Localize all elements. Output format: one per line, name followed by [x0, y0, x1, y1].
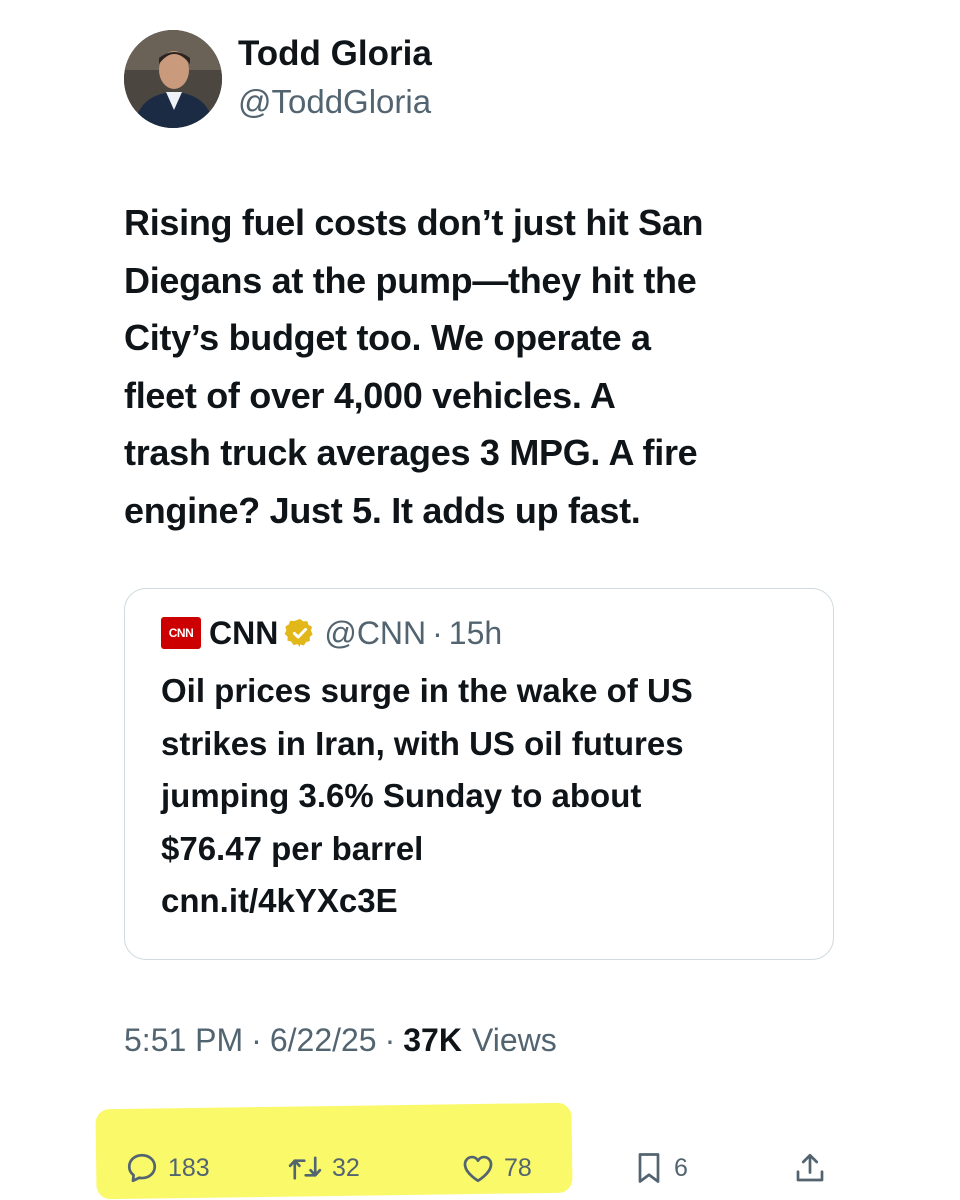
quote-link[interactable]: cnn.it/4kYXc3E	[161, 875, 811, 928]
tweet-meta: 5:51 PM · 6/22/25 · 37K Views	[124, 1018, 557, 1062]
cnn-logo-icon: CNN	[161, 617, 201, 649]
quote-line: Oil prices surge in the wake of US	[161, 672, 693, 709]
reply-button[interactable]: 183	[124, 1146, 210, 1190]
avatar[interactable]	[124, 30, 222, 128]
heart-icon	[463, 1155, 493, 1183]
tweet-line: trash truck averages 3 MPG. A fire	[124, 432, 698, 474]
quote-header: CNN CNN @CNN · 15h	[161, 613, 502, 653]
quote-tweet-card[interactable]: CNN CNN @CNN · 15h Oil prices surge in t…	[124, 588, 834, 960]
reply-count: 183	[168, 1153, 210, 1182]
like-button[interactable]: 78	[460, 1146, 532, 1190]
separator-dot: ·	[384, 1021, 396, 1058]
separator-dot: ·	[432, 614, 443, 651]
views-count[interactable]: 37K	[403, 1022, 462, 1059]
share-icon	[796, 1153, 824, 1182]
reply-icon	[127, 1153, 157, 1183]
avatar-photo-icon	[124, 30, 222, 128]
quote-author-handle[interactable]: @CNN	[324, 615, 426, 652]
quote-line: jumping 3.6% Sunday to about	[161, 777, 642, 814]
tweet-line: engine? Just 5. It adds up fast.	[124, 489, 641, 531]
tweet-line: Rising fuel costs don’t just hit San	[124, 202, 704, 243]
quote-text: Oil prices surge in the wake of US strik…	[161, 665, 811, 928]
bookmark-button[interactable]: 6	[632, 1146, 688, 1190]
quote-line: strikes in Iran, with US oil futures	[161, 724, 684, 762]
quote-line: $76.47 per barrel	[161, 829, 424, 867]
post-date[interactable]: 6/22/25	[270, 1022, 377, 1059]
retweet-button[interactable]: 32	[286, 1146, 360, 1190]
author-handle[interactable]: @ToddGloria	[238, 82, 432, 122]
quote-author-name[interactable]: CNN	[209, 615, 278, 652]
tweet-text: Rising fuel costs don’t just hit San Die…	[124, 194, 844, 540]
views-label[interactable]: Views	[472, 1022, 557, 1059]
quote-timestamp[interactable]: 15h	[449, 615, 502, 652]
tweet-line: fleet of over 4,000 vehicles. A	[124, 374, 616, 416]
action-bar: 183 32 78 6	[124, 1146, 836, 1190]
verified-badge-icon	[284, 617, 316, 649]
cnn-logo-text: CNN	[168, 626, 194, 640]
retweet-icon	[288, 1156, 322, 1180]
tweet-line: City’s budget too. We operate a	[124, 317, 651, 359]
author-name[interactable]: Todd Gloria	[238, 34, 432, 74]
author-block[interactable]: Todd Gloria @ToddGloria	[238, 34, 432, 122]
bookmark-icon	[638, 1153, 660, 1183]
retweet-count: 32	[332, 1153, 360, 1182]
separator-dot: ·	[251, 1021, 262, 1058]
post-time[interactable]: 5:51 PM	[124, 1022, 243, 1059]
bookmark-count: 6	[674, 1153, 688, 1182]
share-button[interactable]	[792, 1146, 828, 1190]
like-count: 78	[504, 1153, 532, 1182]
tweet-line: Diegans at the pump—they hit the	[124, 259, 697, 301]
